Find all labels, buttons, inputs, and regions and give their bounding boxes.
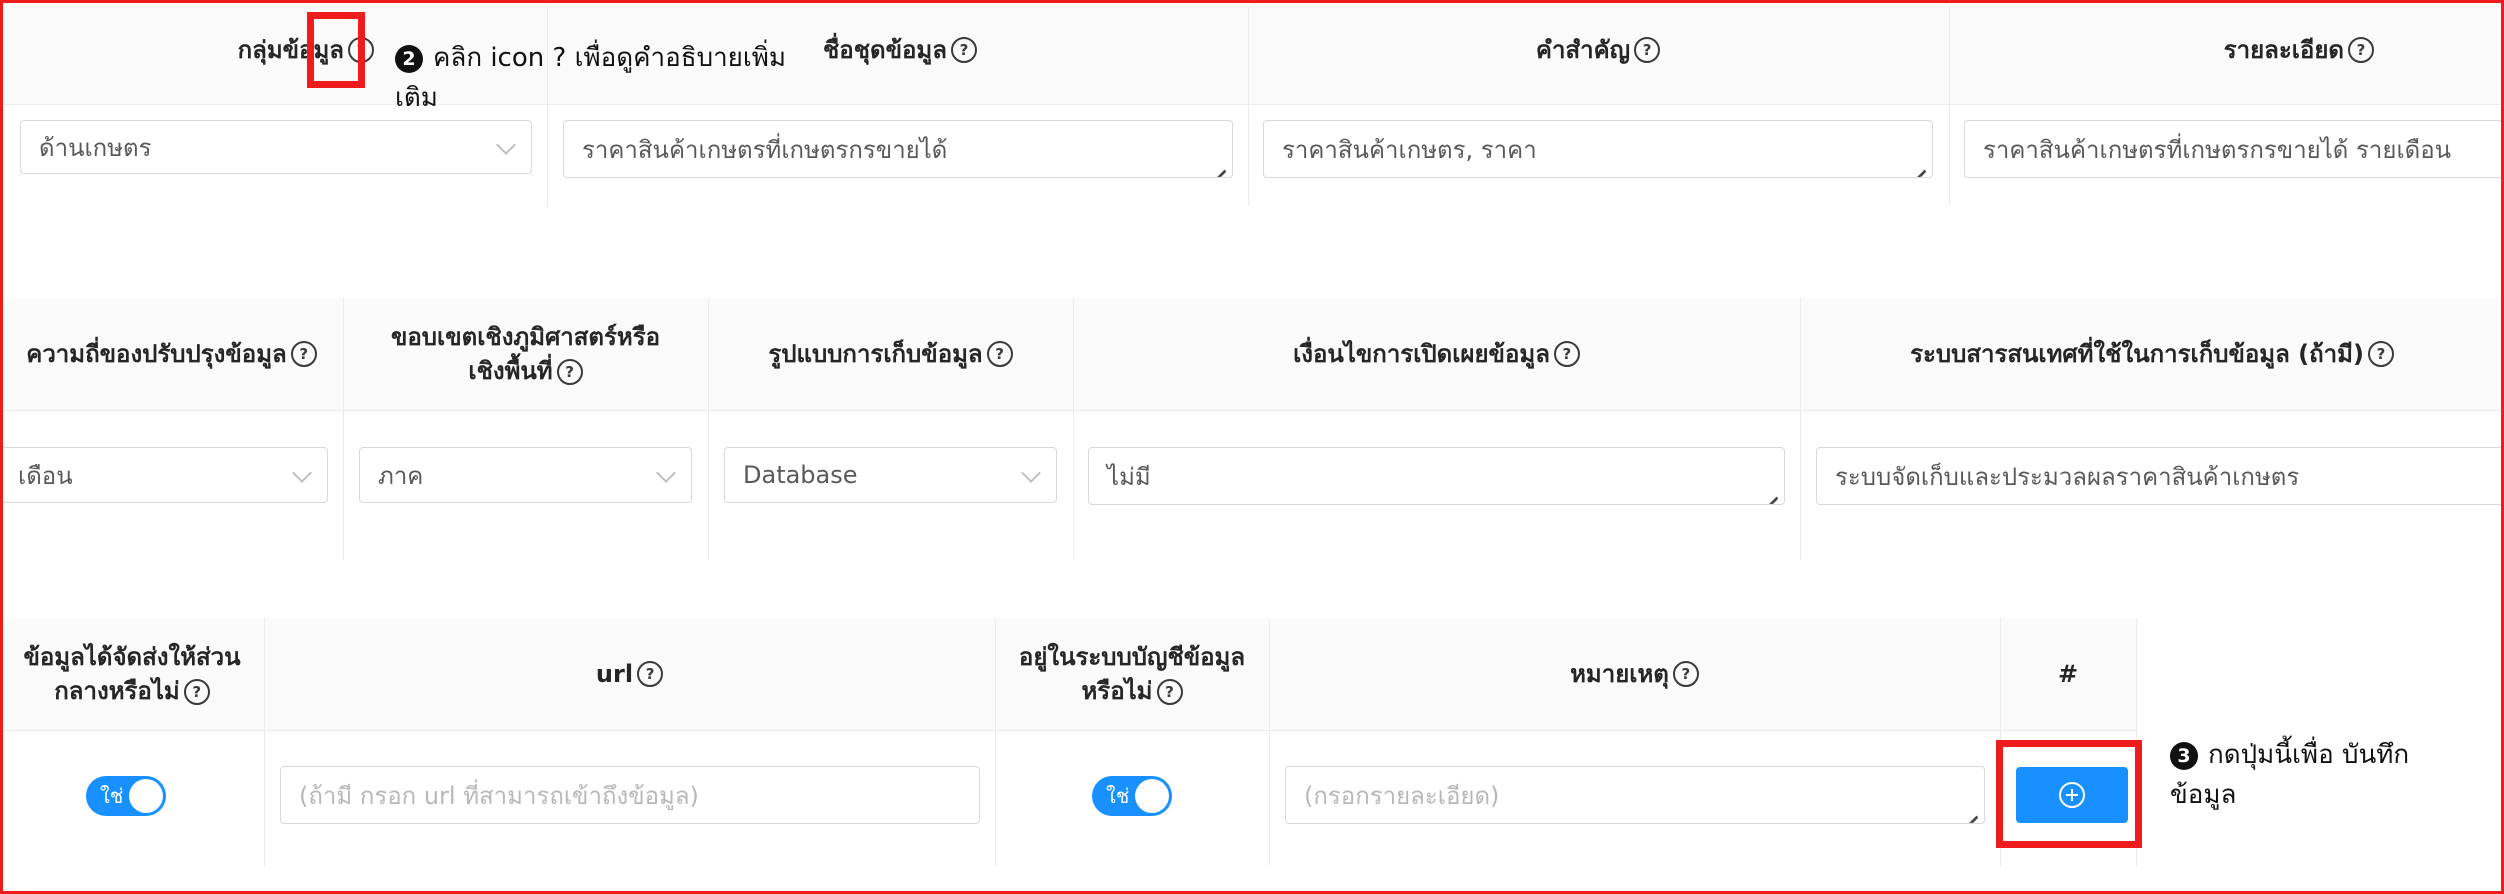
header-label: url: [595, 660, 634, 688]
header-label: #: [2057, 660, 2079, 688]
header-sent-to-central: ข้อมูลได้จัดส่งให้ส่วนกลางหรือไม่?: [0, 618, 264, 730]
field-value: ราคาสินค้าเกษตรที่เกษตรกรขายได้ รายเดือน: [1983, 135, 2452, 164]
header-label: รูปแบบการเก็บข้อมูล: [768, 340, 983, 368]
question-circle-icon[interactable]: ?: [637, 661, 664, 687]
toggle-knob: [129, 779, 163, 813]
header-label: คำสำคัญ: [1535, 36, 1631, 64]
geo-scope-select[interactable]: ภาค: [359, 447, 692, 503]
question-circle-icon[interactable]: ?: [1156, 679, 1183, 705]
field-value: ราคาสินค้าเกษตร, ราคา: [1282, 135, 1537, 164]
step-number: 2: [395, 44, 423, 73]
question-circle-icon[interactable]: ?: [2367, 341, 2394, 367]
header-label: อยู่ในระบบบัญชีข้อมูลหรือไม่?: [1007, 640, 1257, 708]
header-label: รายละเอียด: [2223, 36, 2344, 64]
field-value: ระบบจัดเก็บและประมวลผลราคาสินค้าเกษตร: [1835, 462, 2300, 491]
toggle-label: ใช่: [1106, 784, 1130, 808]
header-label: ชื่อชุดข้อมูล: [823, 36, 947, 64]
header-url: url?: [264, 618, 995, 730]
header-keywords: คำสำคัญ?: [1248, 18, 1948, 82]
header-label: ความถี่ของปรับปรุงข้อมูล: [26, 340, 287, 368]
keywords-textarea[interactable]: ราคาสินค้าเกษตร, ราคา: [1263, 120, 1933, 178]
header-label-text: อยู่ในระบบบัญชีข้อมูลหรือไม่: [1018, 643, 1246, 705]
select-value: Database: [743, 461, 858, 489]
header-disclosure: เงื่อนไขการเปิดเผยข้อมูล?: [1073, 298, 1800, 410]
annotation-step-3: 3 กดปุ่มนี้เพื่อ บันทึกข้อมูล: [2170, 735, 2470, 815]
header-action: #: [2000, 618, 2136, 730]
header-update-frequency: ความถี่ของปรับปรุงข้อมูล?: [0, 298, 343, 410]
question-circle-icon[interactable]: ?: [986, 341, 1013, 367]
chevron-down-icon: [496, 135, 516, 155]
resize-grip-icon[interactable]: [1764, 484, 1778, 498]
field-value: ราคาสินค้าเกษตรที่เกษตรกรขายได้: [582, 135, 948, 164]
chevron-down-icon: [656, 463, 676, 483]
note-textarea[interactable]: (กรอกรายละเอียด): [1285, 766, 1985, 824]
question-circle-icon[interactable]: ?: [556, 359, 583, 385]
info-system-textarea[interactable]: ระบบจัดเก็บและประมวลผลราคาสินค้าเกษตร: [1816, 447, 2504, 505]
details-textarea[interactable]: ราคาสินค้าเกษตรที่เกษตรกรขายได้ รายเดือน: [1964, 120, 2504, 178]
data-group-select[interactable]: ด้านเกษตร: [20, 120, 532, 174]
sent-to-central-toggle[interactable]: ใช่: [86, 776, 166, 816]
header-geo-scope: ขอบเขตเชิงภูมิศาสตร์หรือเชิงพื้นที่?: [343, 298, 708, 410]
url-input[interactable]: (ถ้ามี กรอก url ที่สามารถเข้าถึงข้อมูล): [280, 766, 980, 824]
frequency-select[interactable]: เดือน: [0, 447, 328, 503]
header-label: เงื่อนไขการเปิดเผยข้อมูล: [1293, 340, 1550, 368]
question-circle-icon[interactable]: ?: [1553, 341, 1580, 367]
header-label: ข้อมูลได้จัดส่งให้ส่วนกลางหรือไม่?: [20, 640, 244, 708]
header-note: หมายเหตุ?: [1269, 618, 2000, 730]
field-value: ไม่มี: [1107, 462, 1151, 491]
divider: [0, 104, 2504, 105]
storage-format-select[interactable]: Database: [724, 447, 1057, 503]
annotation-text: กดปุ่มนี้เพื่อ บันทึกข้อมูล: [2170, 740, 2410, 810]
chevron-down-icon: [292, 463, 312, 483]
question-circle-icon[interactable]: ?: [183, 679, 210, 705]
field-placeholder: (ถ้ามี กรอก url ที่สามารถเข้าถึงข้อมูล): [299, 781, 699, 810]
resize-grip-icon[interactable]: [1912, 157, 1926, 171]
annotation-highlight-add-button: [1996, 740, 2142, 848]
select-value: ด้านเกษตร: [39, 133, 152, 162]
resize-grip-icon[interactable]: [1212, 157, 1226, 171]
divider: [0, 730, 2136, 731]
select-value: เดือน: [18, 461, 73, 490]
header-details: รายละเอียด?: [1949, 18, 2504, 82]
question-circle-icon[interactable]: ?: [290, 341, 317, 367]
question-circle-icon[interactable]: ?: [1672, 661, 1699, 687]
header-label-text: ขอบเขตเชิงภูมิศาสตร์หรือเชิงพื้นที่: [390, 323, 661, 385]
header-label: หมายเหตุ: [1570, 660, 1669, 688]
divider: [0, 410, 2504, 411]
header-label: ระบบสารสนเทศที่ใช้ในการเก็บข้อมูล (ถ้ามี…: [1910, 340, 2364, 368]
dataset-name-textarea[interactable]: ราคาสินค้าเกษตรที่เกษตรกรขายได้: [563, 120, 1233, 178]
step-number: 3: [2170, 741, 2198, 770]
header-in-catalog: อยู่ในระบบบัญชีข้อมูลหรือไม่?: [995, 618, 1269, 730]
in-catalog-toggle[interactable]: ใช่: [1092, 776, 1172, 816]
header-info-system: ระบบสารสนเทศที่ใช้ในการเก็บข้อมูล (ถ้ามี…: [1800, 298, 2504, 410]
resize-grip-icon[interactable]: [1964, 803, 1978, 817]
annotation-text: คลิก icon ? เพื่อดูคำอธิบายเพิ่มเติม: [395, 43, 787, 113]
annotation-step-2: 2 คลิก icon ? เพื่อดูคำอธิบายเพิ่มเติม: [395, 38, 795, 118]
field-placeholder: (กรอกรายละเอียด): [1304, 781, 1500, 810]
question-circle-icon[interactable]: ?: [2348, 37, 2374, 63]
question-circle-icon[interactable]: ?: [1634, 37, 1661, 63]
chevron-down-icon: [1021, 463, 1041, 483]
question-circle-icon[interactable]: ?: [950, 37, 977, 63]
header-label: ขอบเขตเชิงภูมิศาสตร์หรือเชิงพื้นที่?: [373, 320, 678, 388]
annotation-highlight-help-icon: [307, 12, 365, 88]
header-storage-format: รูปแบบการเก็บข้อมูล?: [708, 298, 1073, 410]
disclosure-textarea[interactable]: ไม่มี: [1088, 447, 1785, 505]
select-value: ภาค: [378, 461, 424, 490]
toggle-knob: [1135, 779, 1169, 813]
toggle-label: ใช่: [100, 784, 124, 808]
